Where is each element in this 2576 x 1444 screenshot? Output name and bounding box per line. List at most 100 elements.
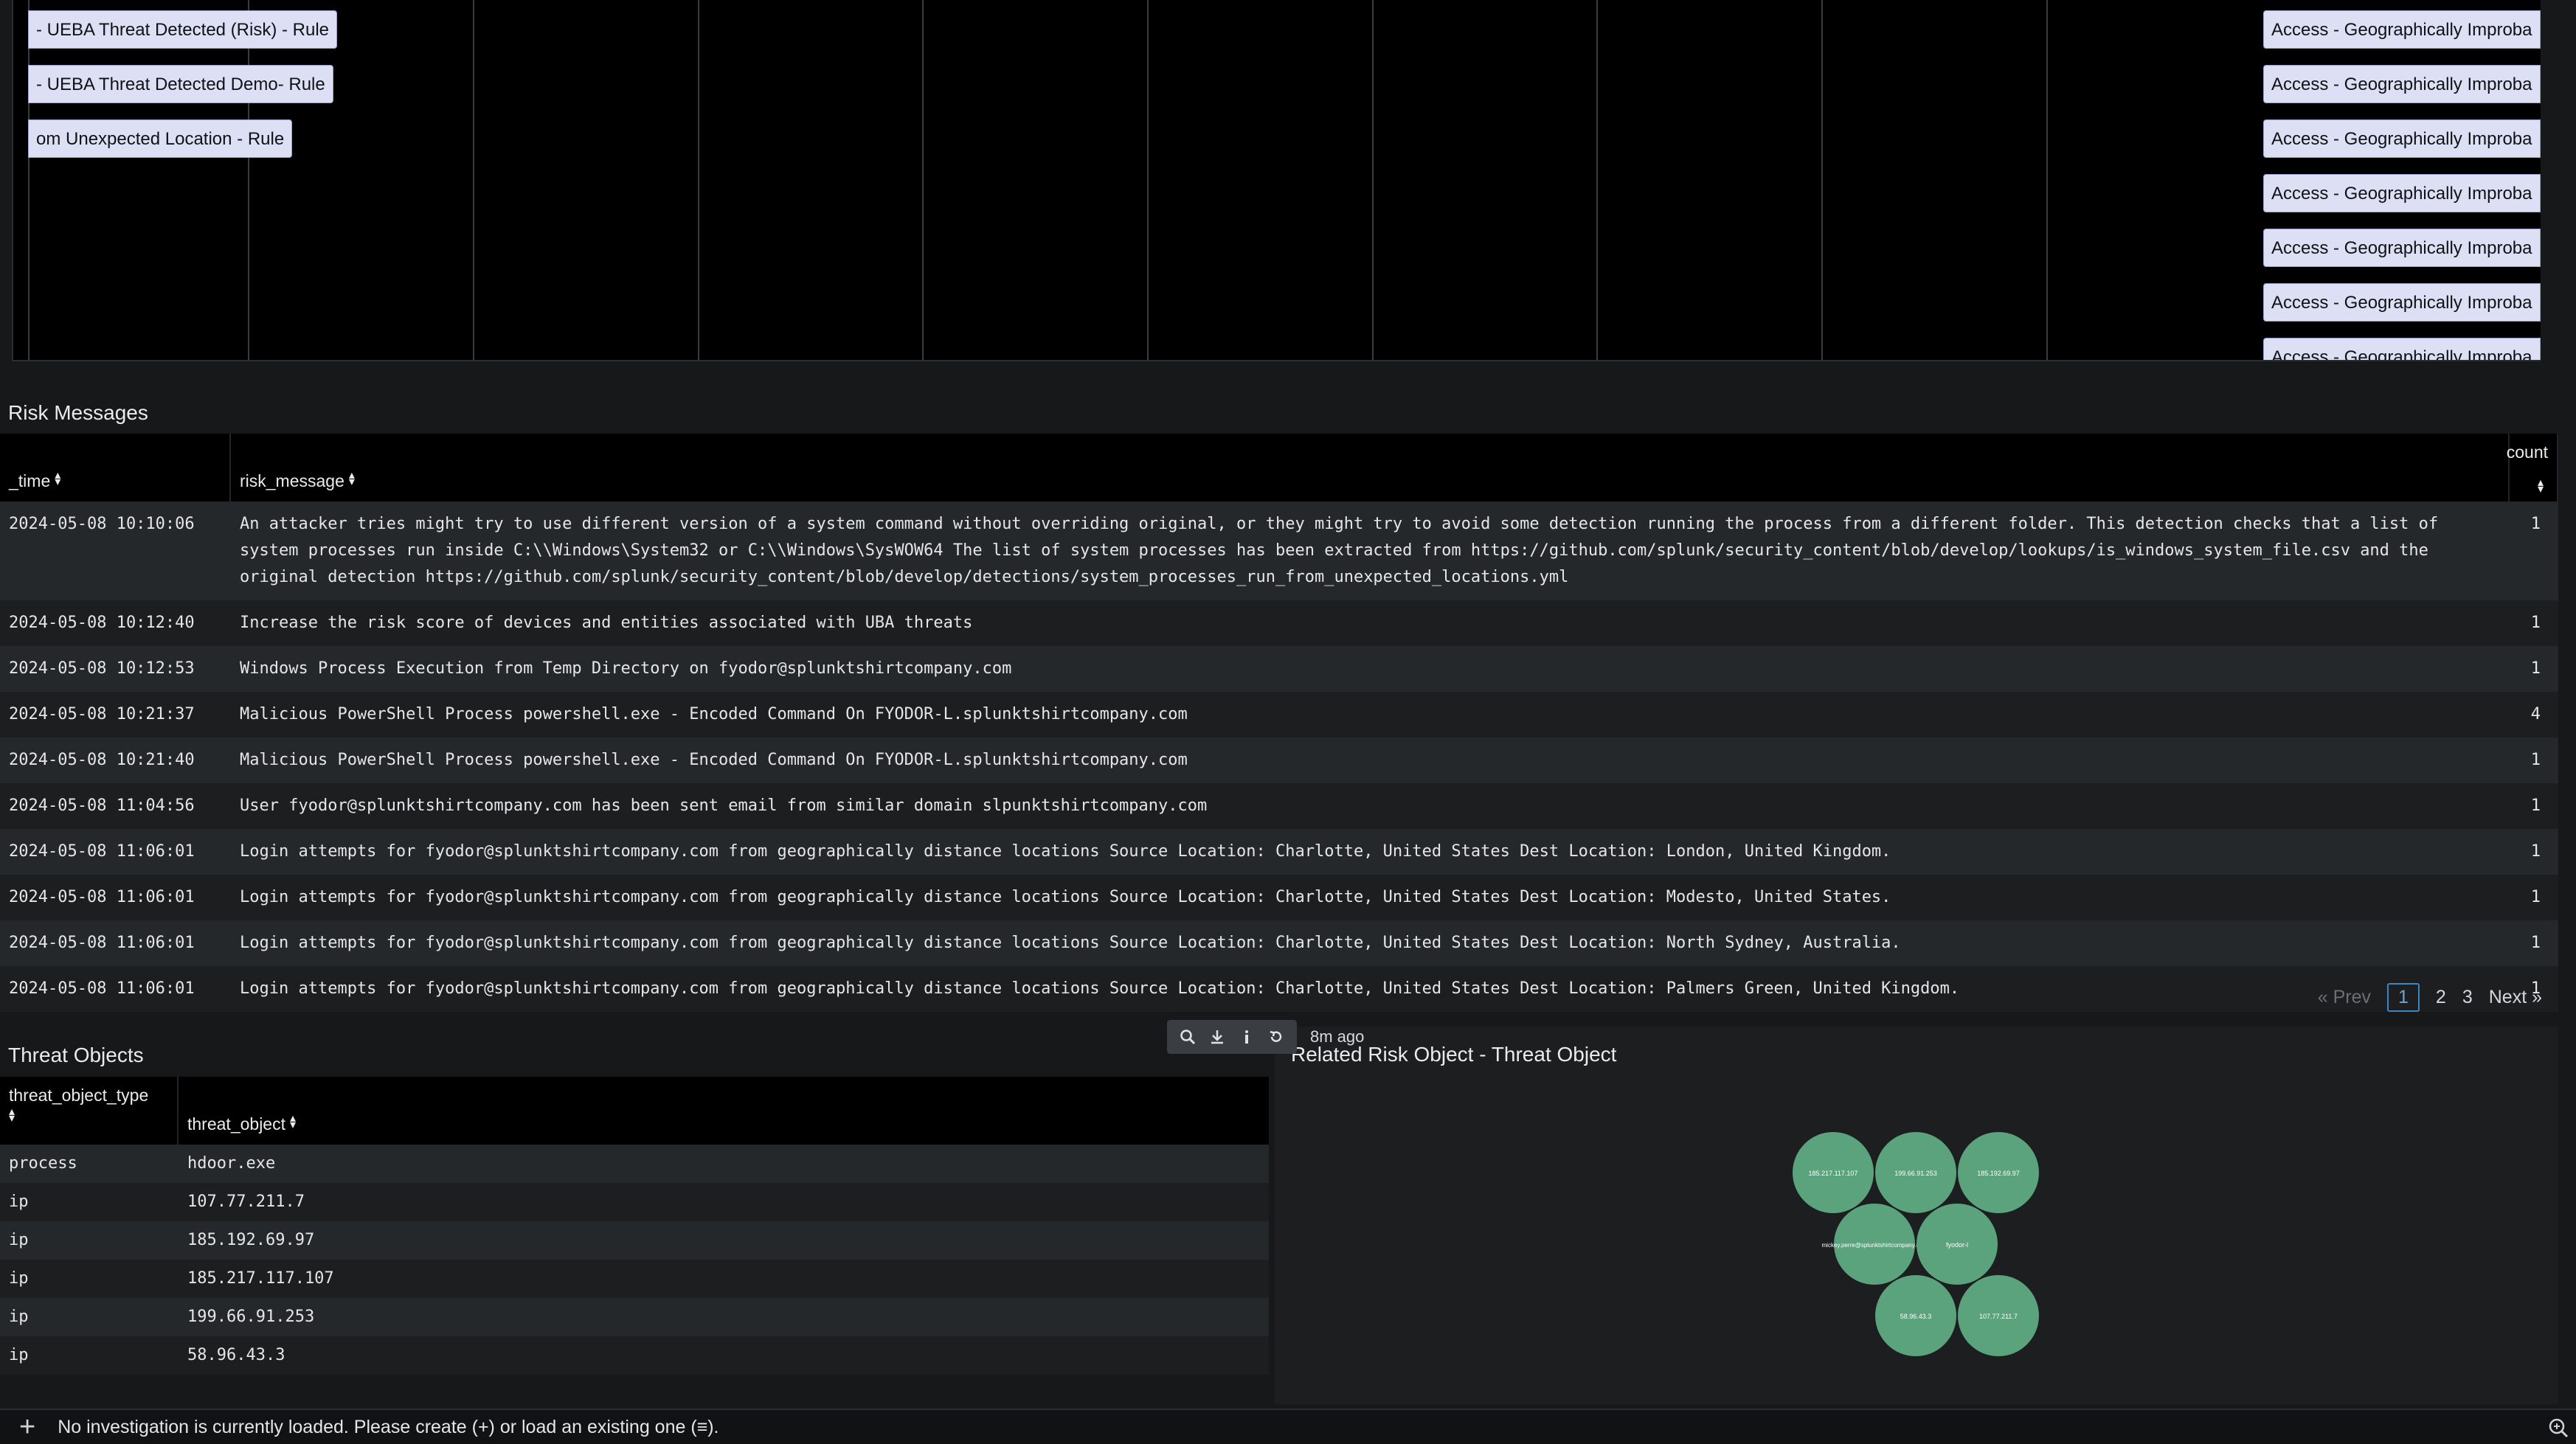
- table-row[interactable]: ip 185.217.117.107: [0, 1260, 1269, 1298]
- cell-risk-message: Windows Process Execution from Temp Dire…: [240, 659, 1012, 678]
- graph-node[interactable]: 199.66.91.253: [1875, 1132, 1956, 1213]
- sort-icon: ▴ ▾: [9, 1105, 15, 1125]
- timeline-event-bar[interactable]: om Unexpected Location - Rule: [28, 119, 293, 158]
- column-label: count: [2506, 442, 2548, 462]
- investigation-status-text: No investigation is currently loaded. Pl…: [58, 1416, 719, 1437]
- cell-threat-object: 199.66.91.253: [187, 1308, 315, 1326]
- timeline-event-bar[interactable]: Access - Geographically Improba: [2263, 174, 2541, 212]
- column-label: risk_message: [240, 471, 344, 490]
- timeline-event-bar[interactable]: Access - Geographically Improba: [2263, 10, 2541, 49]
- table-row[interactable]: 2024-05-08 11:06:01 Login attempts for fy…: [0, 966, 2558, 1012]
- cell-time: 2024-05-08 11:06:01: [9, 979, 195, 998]
- graph-node[interactable]: 58.96.43.3: [1875, 1275, 1956, 1356]
- timeline-gridline: [248, 0, 249, 360]
- cell-risk-message: User fyodor@splunktshirtcompany.com has …: [240, 796, 1208, 815]
- graph-node[interactable]: mickey.perre@splunktshirtcompany.com: [1822, 1204, 1928, 1285]
- table-row[interactable]: 2024-05-08 10:10:06 An attacker tries mig…: [0, 501, 2558, 600]
- graph-node-label: 58.96.43.3: [1900, 1313, 1932, 1320]
- timeline-gridline: [1821, 0, 1823, 360]
- add-investigation-icon[interactable]: +: [19, 1413, 35, 1441]
- timeline-event-bar[interactable]: Access - Geographically Improba: [2263, 338, 2541, 360]
- risk-messages-table: _time ▴ ▾ risk_message ▴ ▾ count ▴ ▾ 2024-05-…: [0, 434, 2558, 1012]
- sort-icon: ▴ ▾: [289, 1112, 297, 1131]
- timeline-gridline: [28, 0, 30, 360]
- page-button-3[interactable]: 3: [2462, 987, 2473, 1008]
- column-header-time[interactable]: _time ▴ ▾: [0, 434, 231, 501]
- timeline-gridline: [922, 0, 924, 360]
- info-icon[interactable]: [1232, 1024, 1261, 1049]
- table-row[interactable]: 2024-05-08 11:06:01 Login attempts for fy…: [0, 875, 2558, 920]
- column-header-risk-message[interactable]: risk_message ▴ ▾: [231, 434, 2510, 501]
- cell-time: 2024-05-08 10:10:06: [9, 515, 195, 533]
- table-row[interactable]: 2024-05-08 11:04:56 User fyodor@splunktsh…: [0, 783, 2558, 829]
- cell-threat-object-type: ip: [9, 1269, 29, 1288]
- timeline-event-bar[interactable]: Access - Geographically Improba: [2263, 65, 2541, 103]
- next-page-button[interactable]: Next »: [2489, 987, 2542, 1008]
- sort-icon: ▴ ▾: [55, 469, 61, 488]
- download-icon[interactable]: [1202, 1024, 1232, 1049]
- prev-page-button[interactable]: « Prev: [2318, 987, 2371, 1008]
- table-row[interactable]: ip 107.77.211.7: [0, 1183, 1269, 1221]
- timeline-event-bar[interactable]: Access - Geographically Improba: [2263, 229, 2541, 267]
- column-header-threat-object[interactable]: threat_object ▴ ▾: [179, 1077, 1269, 1145]
- graph-node[interactable]: fyodor-l: [1917, 1204, 1998, 1285]
- timeline-chart: - UEBA Threat Detected (Risk) - Rule - U…: [12, 0, 2541, 361]
- cell-risk-message: Login attempts for fyodor@splunktshirtco…: [240, 979, 1960, 998]
- graph-node[interactable]: 185.217.117.107: [1793, 1132, 1874, 1213]
- cell-time: 2024-05-08 11:06:01: [9, 888, 195, 906]
- cell-count: 1: [2530, 751, 2541, 769]
- cell-time: 2024-05-08 11:06:01: [9, 842, 195, 861]
- cell-threat-object: 185.192.69.97: [187, 1231, 315, 1249]
- sort-icon: ▴ ▾: [2537, 476, 2544, 496]
- page-button-2[interactable]: 2: [2436, 987, 2446, 1008]
- column-header-count[interactable]: count ▴ ▾: [2506, 434, 2558, 501]
- cell-count: 1: [2530, 842, 2541, 861]
- table-row[interactable]: 2024-05-08 10:21:37 Malicious PowerShell …: [0, 692, 2558, 737]
- cell-count: 1: [2530, 796, 2541, 815]
- investigation-bar: + No investigation is currently loaded. …: [0, 1409, 2576, 1444]
- graph-node[interactable]: 107.77.211.7: [1958, 1275, 2039, 1356]
- cell-threat-object: 185.217.117.107: [187, 1269, 334, 1288]
- table-row[interactable]: 2024-05-08 10:12:40 Increase the risk sco…: [0, 600, 2558, 646]
- cell-count: 4: [2530, 705, 2541, 723]
- graph-node[interactable]: 185.192.69.97: [1958, 1132, 2039, 1213]
- cell-threat-object-type: process: [9, 1154, 77, 1173]
- cell-risk-message: An attacker tries might try to use diffe…: [240, 515, 2439, 586]
- cell-threat-object-type: ip: [9, 1231, 29, 1249]
- table-row[interactable]: 2024-05-08 10:12:53 Windows Process Execu…: [0, 646, 2558, 692]
- cell-threat-object-type: ip: [9, 1193, 29, 1211]
- table-row[interactable]: ip 58.96.43.3: [0, 1336, 1269, 1375]
- timeline-event-bar[interactable]: - UEBA Threat Detected Demo- Rule: [28, 65, 333, 103]
- timeline-gridline: [473, 0, 474, 360]
- table-row[interactable]: 2024-05-08 11:06:01 Login attempts for fy…: [0, 829, 2558, 875]
- last-refresh-time: 8m ago: [1310, 1027, 1365, 1046]
- table-row[interactable]: 2024-05-08 10:21:40 Malicious PowerShell …: [0, 737, 2558, 783]
- table-row[interactable]: ip 185.192.69.97: [0, 1221, 1269, 1260]
- risk-messages-title: Risk Messages: [8, 401, 148, 424]
- search-icon[interactable]: [1173, 1024, 1202, 1049]
- cell-risk-message: Login attempts for fyodor@splunktshirtco…: [240, 934, 1901, 952]
- column-header-threat-object-type[interactable]: threat_object_type ▴ ▾: [0, 1077, 179, 1145]
- table-row[interactable]: 2024-05-08 11:06:01 Login attempts for fy…: [0, 920, 2558, 966]
- page-button-1[interactable]: 1: [2387, 983, 2420, 1012]
- cell-risk-message: Login attempts for fyodor@splunktshirtco…: [240, 888, 1891, 906]
- timeline-event-bar[interactable]: Access - Geographically Improba: [2263, 119, 2541, 158]
- zoom-icon[interactable]: [2548, 1417, 2569, 1443]
- cell-count: 1: [2530, 659, 2541, 678]
- timeline-gridline: [1147, 0, 1149, 360]
- column-label: threat_object: [187, 1114, 285, 1134]
- cell-threat-object-type: ip: [9, 1346, 29, 1364]
- timeline-event-bar[interactable]: Access - Geographically Improba: [2263, 283, 2541, 322]
- cell-count: 1: [2530, 888, 2541, 906]
- graph-node-label: 107.77.211.7: [1979, 1313, 2018, 1320]
- cell-count: 1: [2530, 614, 2541, 632]
- timeline-event-bar[interactable]: - UEBA Threat Detected (Risk) - Rule: [28, 10, 338, 49]
- refresh-icon[interactable]: [1261, 1024, 1291, 1049]
- graph-node-label: 199.66.91.253: [1894, 1170, 1937, 1177]
- table-header: threat_object_type ▴ ▾ threat_object ▴ ▾: [0, 1077, 1269, 1145]
- table-row[interactable]: ip 199.66.91.253: [0, 1298, 1269, 1336]
- cell-risk-message: Malicious PowerShell Process powershell.…: [240, 751, 1188, 769]
- table-row[interactable]: process hdoor.exe: [0, 1145, 1269, 1183]
- timeline-gridline: [1372, 0, 1374, 360]
- cell-time: 2024-05-08 10:21:40: [9, 751, 195, 769]
